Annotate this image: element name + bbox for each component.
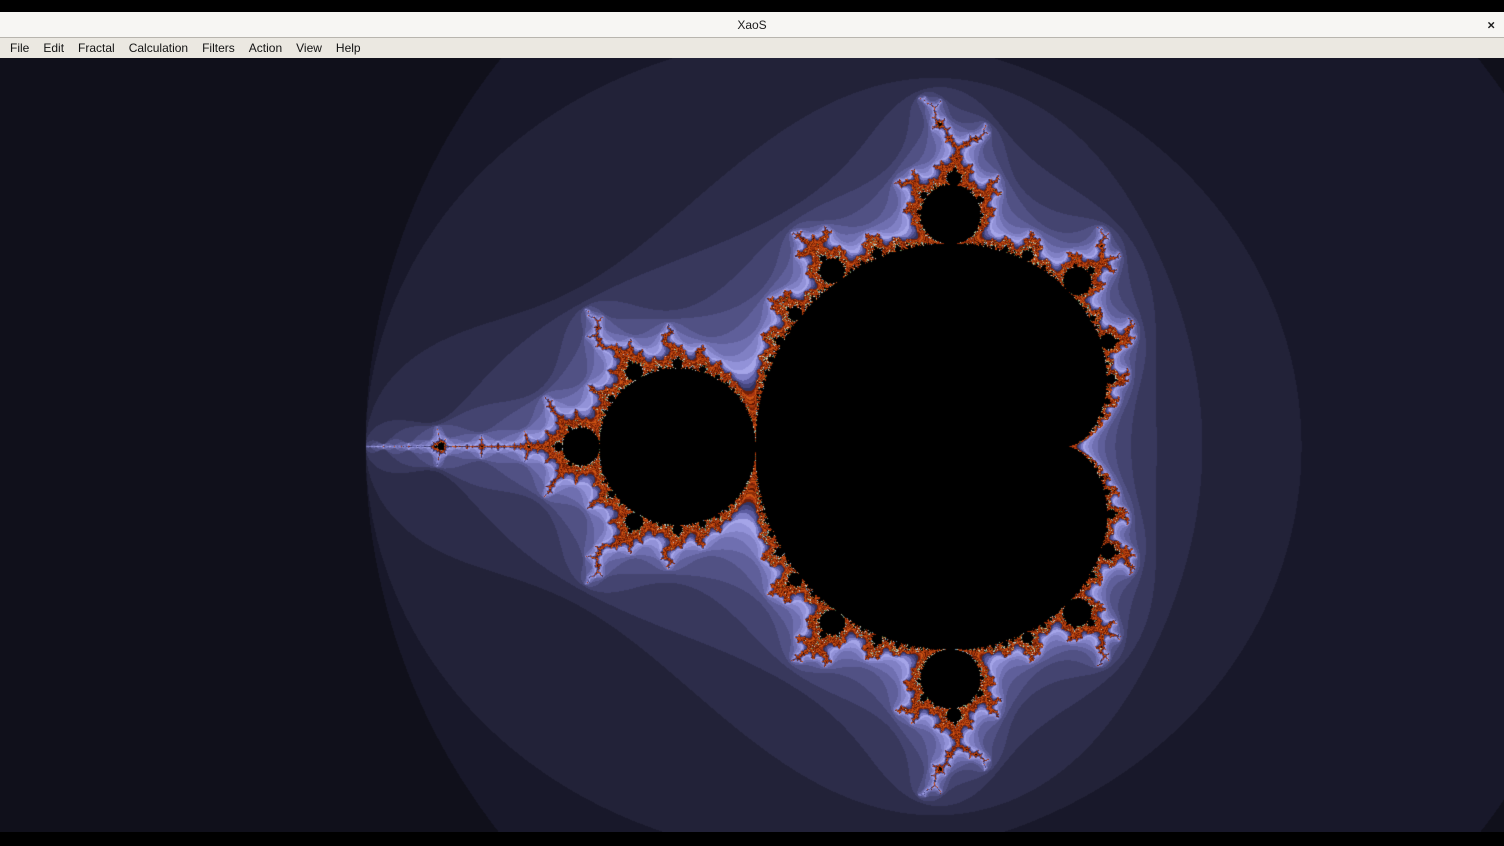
menu-item-filters[interactable]: Filters xyxy=(195,39,242,57)
menu-item-edit[interactable]: Edit xyxy=(36,39,71,57)
menu-bar: File Edit Fractal Calculation Filters Ac… xyxy=(0,38,1504,58)
title-bar: XaoS × xyxy=(0,12,1504,38)
fractal-canvas[interactable] xyxy=(0,58,1504,832)
menu-item-fractal[interactable]: Fractal xyxy=(71,39,122,57)
menu-item-help[interactable]: Help xyxy=(329,39,368,57)
screen-top-strip xyxy=(0,0,1504,12)
close-icon[interactable]: × xyxy=(1487,18,1495,31)
window-title: XaoS xyxy=(737,18,766,32)
menu-item-file[interactable]: File xyxy=(3,39,36,57)
screen-bottom-strip xyxy=(0,832,1504,846)
menu-item-action[interactable]: Action xyxy=(242,39,289,57)
menu-item-calculation[interactable]: Calculation xyxy=(122,39,195,57)
menu-item-view[interactable]: View xyxy=(289,39,329,57)
